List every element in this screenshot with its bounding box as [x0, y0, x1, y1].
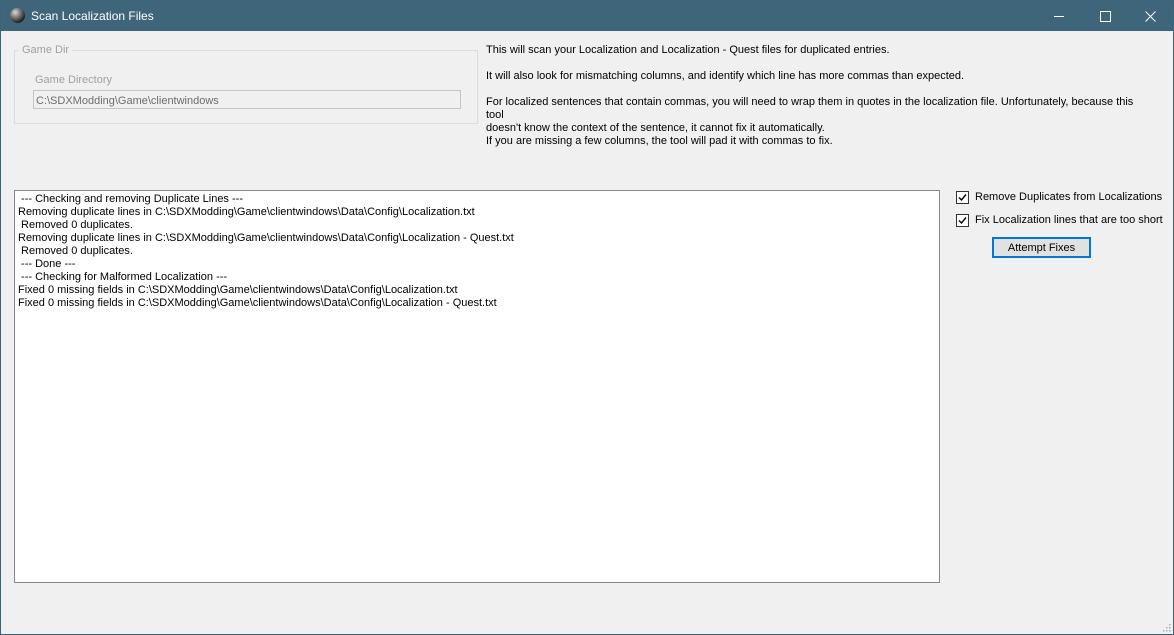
window-title: Scan Localization Files: [31, 9, 154, 23]
close-icon: [1145, 11, 1156, 22]
log-line: --- Done ---: [18, 258, 76, 270]
description-line-3b: doesn't know the context of the sentence…: [486, 122, 825, 134]
output-log[interactable]: --- Checking and removing Duplicate Line…: [14, 190, 940, 583]
description-line-3a: For localized sentences that contain com…: [486, 96, 1134, 121]
log-line: --- Checking and removing Duplicate Line…: [18, 193, 243, 205]
app-orb-icon: [10, 8, 25, 23]
close-button[interactable]: [1127, 1, 1173, 31]
fix-short-lines-checkbox[interactable]: [956, 214, 969, 227]
description-line-4: If you are missing a few columns, the to…: [486, 135, 833, 147]
fix-short-lines-label[interactable]: Fix Localization lines that are too shor…: [975, 214, 1163, 227]
title-bar[interactable]: Scan Localization Files: [1, 1, 1173, 31]
game-directory-label: Game Directory: [35, 74, 113, 86]
game-dir-group-label: Game Dir: [19, 44, 73, 56]
log-line: Fixed 0 missing fields in C:\SDXModding\…: [18, 284, 458, 296]
attempt-fixes-button[interactable]: Attempt Fixes: [992, 237, 1091, 258]
minimize-button[interactable]: [1036, 1, 1082, 31]
log-line: Removing duplicate lines in C:\SDXModdin…: [18, 206, 475, 218]
game-dir-groupbox: [14, 50, 478, 124]
description-line-2: It will also look for mismatching column…: [486, 70, 965, 82]
remove-duplicates-label[interactable]: Remove Duplicates from Localizations: [975, 191, 1162, 204]
scan-localization-window: Scan Localization Files Game Dir Game Di…: [0, 0, 1174, 635]
description-line-1: This will scan your Localization and Loc…: [486, 44, 890, 56]
resize-grip-icon[interactable]: [1161, 622, 1171, 632]
log-line: Removed 0 duplicates.: [18, 219, 133, 231]
log-line: --- Checking for Malformed Localization …: [18, 271, 228, 283]
checkmark-icon: [958, 194, 967, 202]
checkmark-icon: [958, 217, 967, 225]
minimize-icon: [1054, 16, 1064, 17]
game-directory-input[interactable]: [33, 90, 461, 109]
log-line: Fixed 0 missing fields in C:\SDXModding\…: [18, 297, 497, 309]
remove-duplicates-checkbox[interactable]: [956, 191, 969, 204]
log-line: Removing duplicate lines in C:\SDXModdin…: [18, 232, 514, 244]
log-line: Removed 0 duplicates.: [18, 245, 133, 257]
maximize-icon: [1100, 11, 1111, 22]
maximize-button[interactable]: [1082, 1, 1128, 31]
description-line-3: For localized sentences that contain com…: [486, 96, 1146, 135]
